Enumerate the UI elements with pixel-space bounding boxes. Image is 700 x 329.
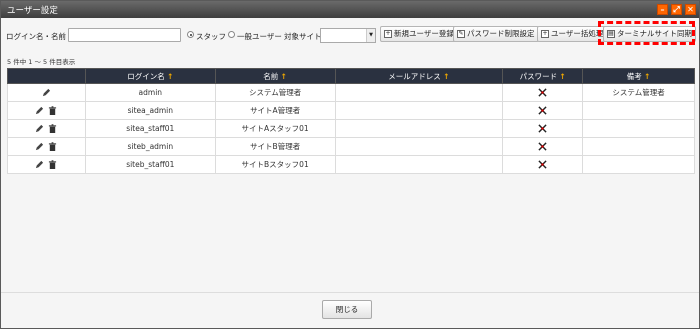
maximize-icon[interactable]: ⤢ bbox=[671, 4, 682, 15]
general-user-radio-label: 一般ユーザー bbox=[237, 32, 282, 41]
sort-arrow-icon: ↑ bbox=[644, 71, 651, 81]
minimize-icon[interactable]: – bbox=[657, 4, 668, 15]
header-note[interactable]: 備考 ↑ bbox=[582, 68, 695, 84]
cell-note bbox=[582, 101, 695, 120]
cell-email bbox=[334, 155, 504, 174]
sort-arrow-icon: ↑ bbox=[167, 71, 174, 81]
cell-login-name: siteb_admin bbox=[84, 137, 216, 156]
table-row: admin システム管理者 システム管理者 bbox=[7, 83, 695, 102]
edit-icon[interactable] bbox=[35, 106, 44, 115]
edit-icon[interactable] bbox=[35, 124, 44, 133]
new-user-button[interactable]: + 新規ユーザー登録 bbox=[380, 26, 458, 42]
cell-email bbox=[334, 119, 504, 138]
header-email[interactable]: メールアドレス ↑ bbox=[334, 68, 504, 84]
edit-icon: ✎ bbox=[457, 30, 465, 38]
cell-password bbox=[502, 119, 584, 138]
sort-arrow-icon: ↑ bbox=[559, 71, 566, 81]
target-site-select[interactable]: ▼ bbox=[320, 28, 376, 43]
edit-icon[interactable] bbox=[35, 160, 44, 169]
general-user-radio[interactable] bbox=[228, 31, 235, 38]
password-tool-icon[interactable] bbox=[538, 160, 547, 169]
row-actions bbox=[7, 119, 86, 138]
title-bar: ユーザー設定 – ⤢ ✕ bbox=[1, 1, 699, 18]
delete-icon[interactable] bbox=[48, 142, 57, 152]
target-site-label: 対象サイト bbox=[284, 32, 322, 41]
row-actions bbox=[7, 83, 86, 102]
header-name[interactable]: 名前 ↑ bbox=[214, 68, 336, 84]
table-header-row: ログイン名 ↑ 名前 ↑ メールアドレス ↑ パスワード ↑ 備考 ↑ bbox=[7, 68, 695, 84]
footer: 閉じる bbox=[1, 292, 699, 328]
edit-icon[interactable] bbox=[42, 88, 51, 97]
toolbar: ログイン名・名前 スタッフ 一般ユーザー 対象サイト ▼ + 新規ユーザー登録 ✎… bbox=[1, 19, 699, 49]
cell-note bbox=[582, 155, 695, 174]
user-settings-window: ユーザー設定 – ⤢ ✕ ログイン名・名前 スタッフ 一般ユーザー 対象サイト … bbox=[0, 0, 700, 329]
result-count: 5 件中 1 ～ 5 件目表示 bbox=[7, 58, 76, 66]
header-actions bbox=[7, 68, 86, 84]
bulk-process-button[interactable]: + ユーザー括処理 bbox=[537, 26, 608, 42]
cell-password bbox=[502, 101, 584, 120]
window-title: ユーザー設定 bbox=[7, 6, 58, 16]
login-name-input[interactable] bbox=[68, 28, 181, 42]
cell-password bbox=[502, 155, 584, 174]
delete-icon[interactable] bbox=[48, 106, 57, 116]
cell-name: サイトA管理者 bbox=[214, 101, 336, 120]
cell-password bbox=[502, 137, 584, 156]
edit-icon[interactable] bbox=[35, 142, 44, 151]
header-password[interactable]: パスワード ↑ bbox=[502, 68, 584, 84]
cell-name: システム管理者 bbox=[214, 83, 336, 102]
cell-password bbox=[502, 83, 584, 102]
cell-note bbox=[582, 119, 695, 138]
cell-email bbox=[334, 101, 504, 120]
table-row: siteb_staff01 サイトBスタッフ01 bbox=[7, 155, 695, 174]
cell-note bbox=[582, 137, 695, 156]
row-actions bbox=[7, 137, 86, 156]
user-table: ログイン名 ↑ 名前 ↑ メールアドレス ↑ パスワード ↑ 備考 ↑ admi… bbox=[7, 68, 695, 174]
staff-radio[interactable] bbox=[187, 31, 194, 38]
password-tool-icon[interactable] bbox=[538, 124, 547, 133]
cell-email bbox=[334, 83, 504, 102]
cell-name: サイトBスタッフ01 bbox=[214, 155, 336, 174]
staff-radio-label: スタッフ bbox=[196, 32, 226, 41]
cell-login-name: admin bbox=[84, 83, 216, 102]
login-name-label: ログイン名・名前 bbox=[6, 32, 66, 41]
row-actions bbox=[7, 155, 86, 174]
password-tool-icon[interactable] bbox=[538, 88, 547, 97]
cell-note: システム管理者 bbox=[582, 83, 695, 102]
close-icon[interactable]: ✕ bbox=[685, 4, 696, 15]
header-login-name[interactable]: ログイン名 ↑ bbox=[84, 68, 216, 84]
row-actions bbox=[7, 101, 86, 120]
cell-name: サイトB管理者 bbox=[214, 137, 336, 156]
chevron-down-icon: ▼ bbox=[366, 29, 375, 42]
password-policy-button[interactable]: ✎ パスワード制限設定 bbox=[453, 26, 539, 42]
cell-name: サイトAスタッフ01 bbox=[214, 119, 336, 138]
highlight-annotation bbox=[598, 21, 695, 45]
table-row: sitea_admin サイトA管理者 bbox=[7, 101, 695, 120]
delete-icon[interactable] bbox=[48, 160, 57, 170]
cell-email bbox=[334, 137, 504, 156]
table-row: sitea_staff01 サイトAスタッフ01 bbox=[7, 119, 695, 138]
sort-arrow-icon: ↑ bbox=[280, 71, 287, 81]
cell-login-name: sitea_admin bbox=[84, 101, 216, 120]
bulk-icon: + bbox=[541, 30, 549, 38]
cell-login-name: sitea_staff01 bbox=[84, 119, 216, 138]
add-user-icon: + bbox=[384, 30, 392, 38]
password-tool-icon[interactable] bbox=[538, 106, 547, 115]
password-tool-icon[interactable] bbox=[538, 142, 547, 151]
table-row: siteb_admin サイトB管理者 bbox=[7, 137, 695, 156]
sort-arrow-icon: ↑ bbox=[443, 71, 450, 81]
close-button[interactable]: 閉じる bbox=[322, 300, 372, 319]
delete-icon[interactable] bbox=[48, 124, 57, 134]
cell-login-name: siteb_staff01 bbox=[84, 155, 216, 174]
